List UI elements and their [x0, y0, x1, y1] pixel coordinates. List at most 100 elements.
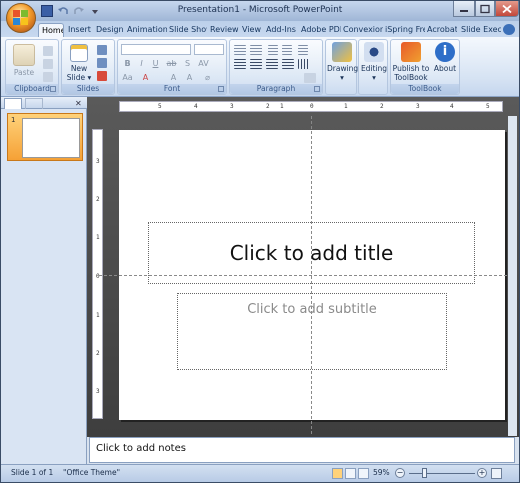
font-size-dropdown[interactable] [194, 44, 224, 55]
vertical-ruler: 3 2 1 0 1 2 3 [92, 129, 103, 419]
toolbook-label: ToolBook [391, 84, 459, 94]
slide-thumbnail-number: 1 [11, 116, 16, 124]
align-right-icon[interactable] [266, 59, 278, 69]
font-color-icon[interactable]: A [140, 73, 151, 83]
ruler-mark: 4 [194, 103, 198, 110]
minimize-button[interactable] [453, 1, 475, 17]
normal-view-button[interactable] [332, 468, 343, 479]
maximize-button[interactable] [475, 1, 495, 17]
notes-pane[interactable]: Click to add notes [89, 437, 515, 463]
paste-icon [13, 44, 35, 66]
ruler-mark: 3 [416, 103, 420, 110]
paste-button[interactable]: Paste [10, 44, 38, 77]
tab-slide-executive[interactable]: Slide Executive [461, 23, 501, 37]
new-slide-icon [70, 44, 88, 62]
slide-show-button[interactable] [358, 468, 369, 479]
layout-icon[interactable] [97, 45, 107, 55]
strikethrough-icon[interactable]: ab [166, 59, 177, 69]
tab-acrobat[interactable]: Acrobat [427, 23, 457, 37]
ruler-mark: 2 [266, 103, 270, 110]
decrease-indent-icon[interactable] [268, 45, 278, 55]
reset-icon[interactable] [97, 58, 107, 68]
line-spacing-icon[interactable] [298, 45, 308, 55]
char-spacing-icon[interactable]: AV [198, 59, 209, 69]
new-slide-button[interactable]: New Slide ▾ [64, 44, 94, 82]
font-label: Font [118, 84, 226, 94]
undo-icon[interactable] [57, 5, 69, 17]
tab-slides-thumbnails[interactable] [4, 98, 22, 109]
drawing-button[interactable]: Drawing ▾ [327, 42, 358, 82]
ruler-mark: 1 [96, 312, 100, 319]
group-font: B I U ab S AV Aa A A A ⌀ Font [117, 39, 227, 95]
office-button[interactable] [6, 3, 36, 33]
tab-design[interactable]: Design [96, 23, 124, 37]
change-case-icon[interactable]: Aa [122, 73, 133, 83]
subtitle-placeholder[interactable]: Click to add subtitle [177, 293, 447, 370]
status-theme[interactable]: "Office Theme" [63, 468, 120, 477]
font-name-dropdown[interactable] [121, 44, 191, 55]
font-launcher-icon[interactable] [218, 86, 224, 92]
customize-toolbar-icon[interactable] [89, 5, 101, 17]
shapes-icon [332, 42, 352, 62]
bold-icon[interactable]: B [122, 59, 133, 69]
justify-icon[interactable] [282, 59, 294, 69]
zoom-slider-track[interactable] [409, 473, 475, 474]
slides-pane: ✕ 1 [1, 97, 87, 464]
align-left-icon[interactable] [234, 59, 246, 69]
publish-icon [401, 42, 421, 62]
underline-icon[interactable]: U [150, 59, 161, 69]
about-button[interactable]: i About [431, 42, 459, 73]
shadow-icon[interactable]: S [182, 59, 193, 69]
zoom-out-button[interactable]: − [395, 468, 405, 478]
tab-adobe-pdf[interactable]: Adobe PDF [301, 23, 341, 37]
slide-thumbnail-image [22, 118, 80, 158]
save-icon[interactable] [41, 5, 53, 17]
shrink-font-icon[interactable]: A [184, 73, 195, 83]
tab-review[interactable]: Review [210, 23, 240, 37]
tab-animation[interactable]: Animation [127, 23, 167, 37]
close-pane-icon[interactable]: ✕ [75, 99, 82, 108]
ruler-mark: 5 [158, 103, 162, 110]
tab-add-ins[interactable]: Add-Ins [266, 23, 298, 37]
zoom-level[interactable]: 59% [373, 468, 390, 477]
tab-insert[interactable]: Insert [68, 23, 94, 37]
help-icon[interactable] [503, 24, 515, 35]
grow-font-icon[interactable]: A [168, 73, 179, 83]
tab-outline[interactable] [25, 98, 43, 109]
ruler-mark: 2 [96, 196, 100, 203]
tab-ispring[interactable]: iSpring Free [385, 23, 425, 37]
paragraph-launcher-icon[interactable] [314, 86, 320, 92]
vertical-scrollbar[interactable] [508, 116, 517, 436]
align-center-icon[interactable] [250, 59, 262, 69]
tab-convexion[interactable]: Convexion [343, 23, 383, 37]
format-painter-icon[interactable] [43, 72, 53, 82]
tab-view[interactable]: View [242, 23, 264, 37]
copy-icon[interactable] [43, 59, 53, 69]
redo-icon[interactable] [73, 5, 85, 17]
title-bar: Presentation1 - Microsoft PowerPoint [1, 1, 519, 21]
numbering-icon[interactable] [250, 45, 262, 55]
smartart-icon[interactable] [304, 73, 316, 83]
slide-sorter-button[interactable] [345, 468, 356, 479]
zoom-slider-thumb[interactable] [422, 468, 427, 478]
group-clipboard: Paste Clipboard [5, 39, 59, 95]
publish-toolbook-button[interactable]: Publish to ToolBook [392, 42, 430, 82]
editing-button[interactable]: Editing ▾ [359, 42, 389, 82]
columns-icon[interactable] [298, 59, 310, 69]
close-button[interactable] [495, 1, 519, 17]
clear-format-icon[interactable]: ⌀ [202, 73, 213, 83]
zoom-in-button[interactable]: + [477, 468, 487, 478]
bullets-icon[interactable] [234, 45, 246, 55]
group-toolbook: Publish to ToolBook i About ToolBook [390, 39, 460, 95]
title-placeholder[interactable]: Click to add title [148, 222, 475, 284]
delete-slide-icon[interactable] [97, 71, 107, 81]
italic-icon[interactable]: I [136, 59, 147, 69]
ruler-mark: 2 [96, 350, 100, 357]
tab-slide-show[interactable]: Slide Show [169, 23, 207, 37]
cut-icon[interactable] [43, 46, 53, 56]
fit-to-window-button[interactable] [491, 468, 502, 479]
tab-home[interactable]: Home [38, 23, 64, 37]
clipboard-launcher-icon[interactable] [50, 86, 56, 92]
increase-indent-icon[interactable] [282, 45, 292, 55]
slide-thumbnail-selected[interactable]: 1 [7, 113, 83, 161]
